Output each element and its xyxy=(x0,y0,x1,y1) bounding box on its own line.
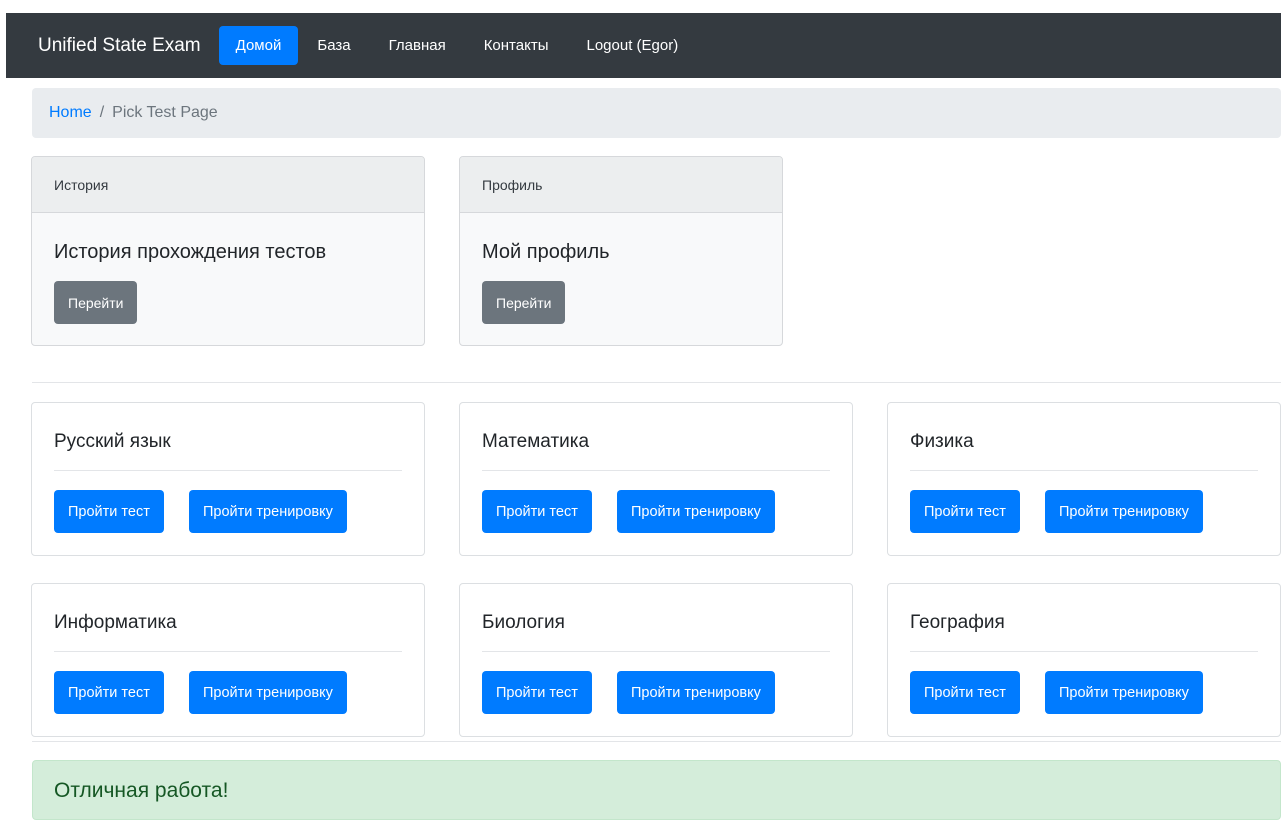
top-strip xyxy=(0,0,1283,13)
take-training-button[interactable]: Пройти тренировку xyxy=(1045,671,1203,714)
profile-card-title: Мой профиль xyxy=(482,241,610,263)
nav-link-main[interactable]: Главная xyxy=(371,26,464,65)
subject-title: Физика xyxy=(910,431,974,452)
subject-title: Информатика xyxy=(54,612,177,633)
take-training-button[interactable]: Пройти тренировку xyxy=(189,490,347,533)
profile-card: Профиль Мой профиль Перейти xyxy=(459,156,783,346)
take-training-button[interactable]: Пройти тренировку xyxy=(617,490,775,533)
subject-card: Русский язык Пройти тест Пройти трениров… xyxy=(31,402,425,556)
breadcrumb-current: Pick Test Page xyxy=(112,104,218,121)
nav-link-base[interactable]: База xyxy=(299,26,368,65)
subject-card: География Пройти тест Пройти тренировку xyxy=(887,583,1281,737)
alert-heading: Отличная работа! xyxy=(54,779,229,802)
take-training-button[interactable]: Пройти тренировку xyxy=(189,671,347,714)
take-test-button[interactable]: Пройти тест xyxy=(482,490,592,533)
breadcrumb-separator: / xyxy=(99,104,105,121)
take-training-button[interactable]: Пройти тренировку xyxy=(1045,490,1203,533)
take-training-button[interactable]: Пройти тренировку xyxy=(617,671,775,714)
profile-go-button[interactable]: Перейти xyxy=(482,281,566,324)
subject-divider xyxy=(54,651,402,652)
take-test-button[interactable]: Пройти тест xyxy=(482,671,592,714)
subject-divider xyxy=(910,651,1258,652)
subject-divider xyxy=(482,651,830,652)
subject-card: Физика Пройти тест Пройти тренировку xyxy=(887,402,1281,556)
nav-link-contacts[interactable]: Контакты xyxy=(466,26,567,65)
subject-divider xyxy=(910,470,1258,471)
history-card-title: История прохождения тестов xyxy=(54,241,327,263)
subject-divider xyxy=(54,470,402,471)
navbar: Unified State Exam Домой База Главная Ко… xyxy=(6,13,1281,78)
divider xyxy=(32,382,1281,383)
history-card-header: История xyxy=(32,157,424,213)
subject-title: Русский язык xyxy=(54,431,171,452)
subject-title: Биология xyxy=(482,612,565,633)
profile-card-header: Профиль xyxy=(460,157,782,213)
subject-divider xyxy=(482,470,830,471)
subject-card: Математика Пройти тест Пройти тренировку xyxy=(459,402,853,556)
nav-link-home[interactable]: Домой xyxy=(218,26,299,65)
success-alert: Отличная работа! xyxy=(32,760,1281,820)
brand-link[interactable]: Unified State Exam xyxy=(38,35,201,57)
history-go-button[interactable]: Перейти xyxy=(54,281,138,324)
subject-card: Информатика Пройти тест Пройти тренировк… xyxy=(31,583,425,737)
take-test-button[interactable]: Пройти тест xyxy=(910,490,1020,533)
breadcrumb-home-link[interactable]: Home xyxy=(49,104,92,122)
subject-title: География xyxy=(910,612,1005,633)
take-test-button[interactable]: Пройти тест xyxy=(54,671,164,714)
breadcrumb: Home / Pick Test Page xyxy=(32,88,1281,138)
subjects-grid: Русский язык Пройти тест Пройти трениров… xyxy=(0,402,1283,742)
nav-link-logout[interactable]: Logout (Egor) xyxy=(568,26,696,65)
subject-title: Математика xyxy=(482,431,590,452)
take-test-button[interactable]: Пройти тест xyxy=(54,490,164,533)
history-card: История История прохождения тестов Перей… xyxy=(31,156,425,346)
top-cards-row: История История прохождения тестов Перей… xyxy=(0,156,1283,346)
take-test-button[interactable]: Пройти тест xyxy=(910,671,1020,714)
subject-card: Биология Пройти тест Пройти тренировку xyxy=(459,583,853,737)
